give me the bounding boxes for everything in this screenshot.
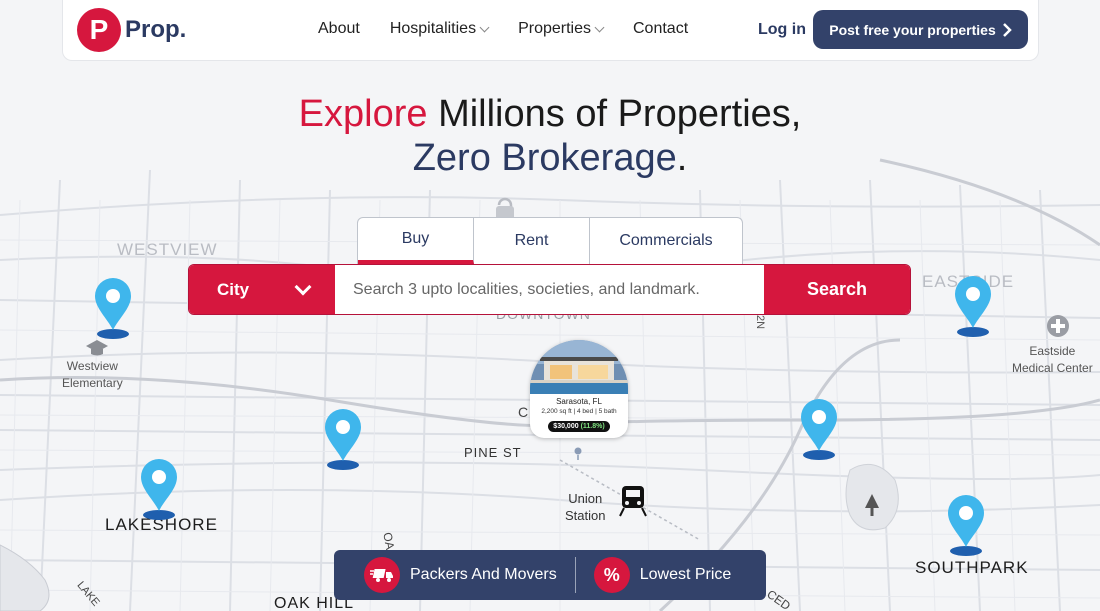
lowest-price-link[interactable]: % Lowest Price <box>593 557 732 593</box>
nav-link-hospitalities-label: Hospitalities <box>389 20 477 37</box>
city-dropdown-label: City <box>217 279 250 299</box>
tab-commercials[interactable]: Commercials <box>590 218 742 264</box>
packers-movers-label: Packers And Movers <box>410 566 557 583</box>
hero-line1-rest: Millions of Properties, <box>438 93 802 135</box>
tab-buy[interactable]: Buy <box>358 218 474 264</box>
brand-logo[interactable]: P Prop. <box>77 8 186 52</box>
property-details: 2,200 sq ft | 4 bed | 5 bath <box>541 408 617 415</box>
nav-link-about-label: About <box>318 20 360 37</box>
search-input[interactable] <box>335 265 764 314</box>
search-bar: City Search <box>188 264 911 315</box>
property-card[interactable]: Sarasota, FL 2,200 sq ft | 4 bed | 5 bat… <box>530 340 628 440</box>
street-label-c: C <box>518 404 529 420</box>
post-property-button[interactable]: Post free your properties <box>813 10 1028 49</box>
listing-type-tabs: Buy Rent Commercials <box>357 217 743 264</box>
property-location: Sarasota, FL <box>556 397 602 406</box>
post-property-label: Post free your properties <box>829 21 996 38</box>
chevron-down-icon <box>594 22 605 32</box>
area-label-eastside: EASTSIDE <box>922 272 1015 291</box>
bottom-services-bar: Packers And Movers % Lowest Price <box>334 550 766 600</box>
chevron-down-icon <box>294 278 312 296</box>
place-union-station-line2: Station <box>565 508 606 523</box>
packers-movers-link[interactable]: Packers And Movers <box>364 557 557 593</box>
property-price: $30,000 <box>553 423 579 430</box>
city-dropdown[interactable]: City <box>189 265 335 314</box>
hero-line-2: Zero Brokerage. <box>0 136 1100 180</box>
nav-link-properties-label: Properties <box>518 20 591 37</box>
street-label-oa: OA <box>380 531 398 551</box>
property-price-badge: $30,000 (11.8%) <box>548 421 610 432</box>
nav-link-about[interactable]: About <box>318 20 360 38</box>
nav-link-hospitalities[interactable]: Hospitalities <box>389 20 490 38</box>
nav-link-contact[interactable]: Contact <box>633 20 688 38</box>
lowest-price-label: Lowest Price <box>639 566 732 583</box>
top-navbar: P Prop. About Hospitalities Properties C… <box>62 0 1039 61</box>
street-label-2n: 2N <box>754 314 767 330</box>
nav-links: About Hospitalities Properties Contact <box>318 20 718 38</box>
search-button[interactable]: Search <box>764 265 910 314</box>
place-eastside-medical-line1: Eastside <box>1029 344 1076 358</box>
hero-highlight: Explore <box>298 93 428 135</box>
hero-line2-dot: . <box>676 137 688 179</box>
street-label-pine-st: PINE ST <box>464 445 522 460</box>
logo-badge-icon: P <box>77 8 121 52</box>
chevron-down-icon <box>479 22 490 32</box>
brand-name: Prop. <box>125 16 187 43</box>
nav-link-properties[interactable]: Properties <box>518 20 605 38</box>
area-label-lakeshore: LAKESHORE <box>105 515 218 534</box>
nav-link-contact-label: Contact <box>633 20 689 37</box>
place-union-station: Union Station <box>565 490 605 524</box>
place-westview-elementary: Westview Elementary <box>62 358 123 392</box>
property-image <box>530 340 628 394</box>
area-label-westview: WESTVIEW <box>117 240 218 259</box>
place-eastside-medical: Eastside Medical Center <box>1012 343 1093 377</box>
tab-rent[interactable]: Rent <box>474 218 590 264</box>
login-link[interactable]: Log in <box>758 21 806 39</box>
hero-line-1: Explore Millions of Properties, <box>0 92 1100 136</box>
percent-icon: % <box>593 557 630 593</box>
chevron-right-icon <box>1002 22 1012 37</box>
place-eastside-medical-line2: Medical Center <box>1012 361 1093 375</box>
place-westview-elementary-line2: Elementary <box>62 376 123 390</box>
area-label-southpark: SOUTHPARK <box>915 558 1029 577</box>
hero-line2-text: Zero Brokerage <box>412 137 677 179</box>
moving-truck-icon <box>364 557 400 593</box>
place-westview-elementary-line1: Westview <box>66 359 118 373</box>
bottom-bar-divider <box>574 557 576 593</box>
hero-heading: Explore Millions of Properties, Zero Bro… <box>0 92 1100 180</box>
property-price-change: (11.8%) <box>580 423 605 430</box>
place-union-station-line1: Union <box>568 491 603 506</box>
property-bubble: Sarasota, FL 2,200 sq ft | 4 bed | 5 bat… <box>530 340 628 438</box>
